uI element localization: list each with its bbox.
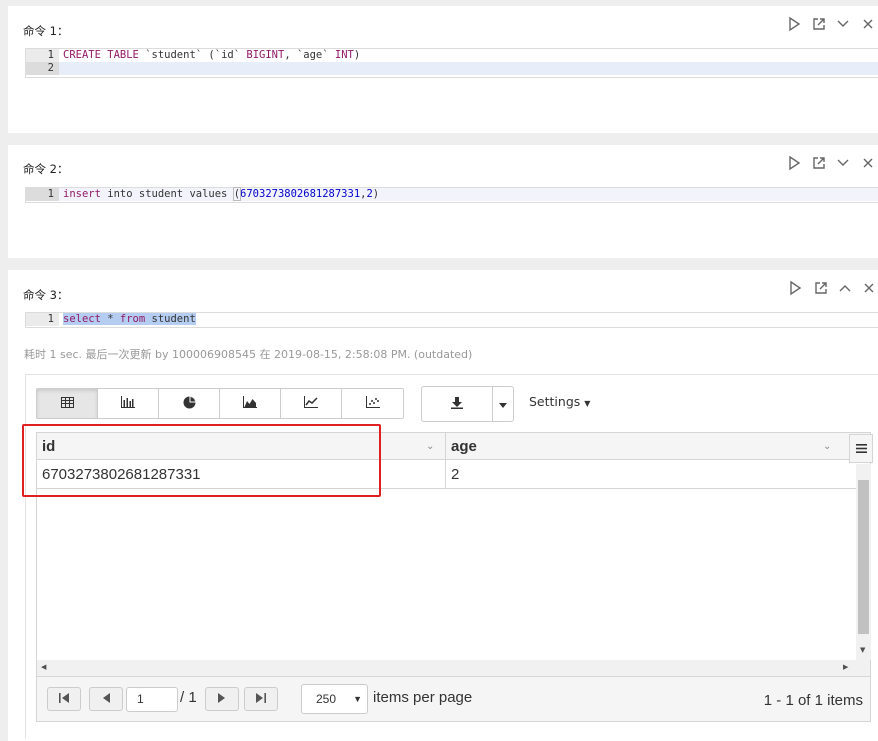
run-icon[interactable]: [786, 16, 802, 32]
caret-down-icon: [499, 397, 508, 411]
open-external-icon[interactable]: [811, 16, 827, 32]
table-cell-age: 2: [451, 466, 460, 483]
chevron-down-icon[interactable]: ⌄: [823, 442, 833, 452]
close-icon[interactable]: [860, 155, 876, 171]
column-menu-button[interactable]: [849, 434, 873, 463]
next-page-icon: [218, 692, 226, 706]
chevron-down-icon[interactable]: [835, 16, 851, 32]
caret-down-icon: ▼: [353, 694, 362, 704]
chevron-down-icon[interactable]: ⌄: [426, 442, 436, 452]
open-external-icon[interactable]: [811, 155, 827, 171]
download-button[interactable]: [422, 387, 494, 421]
paragraph-1: 命令 1： 1 CREATE TABLE `student` (`id` BIG…: [8, 6, 878, 133]
next-page-button[interactable]: [205, 687, 239, 711]
page-number-input[interactable]: 1: [126, 687, 178, 712]
download-options-button[interactable]: [493, 387, 513, 421]
code-editor[interactable]: 1 CREATE TABLE `student` (`id` BIGINT, `…: [25, 48, 878, 78]
line-number: 1: [26, 188, 59, 201]
scroll-left-icon[interactable]: ◀: [41, 663, 46, 671]
page-size-select[interactable]: 250 ▼: [301, 684, 368, 714]
execution-status: 耗时 1 sec. 最后一次更新 by 100006908545 在 2019-…: [24, 348, 473, 361]
run-icon[interactable]: [787, 280, 803, 296]
scatter-chart-button[interactable]: [342, 389, 403, 418]
paragraph-title: 命令 3：: [23, 288, 69, 302]
first-page-button[interactable]: [47, 687, 81, 711]
paragraph-title: 命令 1：: [23, 24, 69, 38]
table-icon: [60, 396, 74, 411]
download-dropdown: [421, 386, 514, 422]
caret-down-icon: ▼: [584, 399, 591, 408]
line-chart-button[interactable]: [281, 389, 342, 418]
open-external-icon[interactable]: [813, 280, 829, 296]
paragraph-title: 命令 2：: [23, 162, 69, 176]
code-editor[interactable]: 1 select * from student: [25, 312, 878, 328]
close-icon[interactable]: [861, 280, 877, 296]
scrollbar-thumb[interactable]: [858, 480, 869, 634]
first-page-icon: [58, 692, 70, 706]
settings-label: Settings: [529, 394, 581, 409]
previous-page-icon: [102, 692, 110, 706]
paragraph-3: 命令 3： 1 select * from student 耗时 1 sec. …: [8, 270, 878, 741]
last-page-icon: [255, 692, 267, 706]
visualization-switcher: [36, 388, 404, 419]
area-chart-icon: [243, 396, 257, 411]
scroll-right-icon[interactable]: ▶: [843, 663, 848, 671]
line-number: 2: [26, 62, 59, 75]
code-line: CREATE TABLE `student` (`id` BIGINT, `ag…: [63, 49, 361, 61]
bar-chart-icon: [121, 396, 135, 411]
vertical-scrollbar[interactable]: ▼: [856, 464, 871, 660]
line-number: 1: [26, 49, 59, 62]
line-number: 1: [26, 313, 59, 326]
previous-page-button[interactable]: [89, 687, 123, 711]
pie-chart-button[interactable]: [159, 389, 220, 418]
pagination-info: 1 - 1 of 1 items: [763, 692, 863, 709]
code-editor[interactable]: 1 insert into student values (6703273802…: [25, 187, 878, 203]
settings-dropdown[interactable]: Settings ▼: [529, 394, 590, 409]
bar-chart-button[interactable]: [98, 389, 159, 418]
horizontal-scrollbar[interactable]: ◀ ▶: [37, 660, 870, 676]
code-line: select * from student: [63, 313, 196, 325]
table-view-button[interactable]: [37, 389, 98, 418]
annotation-highlight-box: [22, 424, 381, 497]
items-per-page-label: items per page: [373, 689, 473, 706]
close-icon[interactable]: [860, 16, 876, 32]
scatter-chart-icon: [365, 396, 380, 411]
menu-icon: [855, 442, 867, 456]
pie-chart-icon: [183, 396, 196, 412]
column-header-age[interactable]: age: [446, 433, 846, 460]
area-chart-button[interactable]: [220, 389, 281, 418]
chevron-down-icon[interactable]: [835, 155, 851, 171]
line-chart-icon: [304, 396, 318, 411]
chevron-up-icon[interactable]: [837, 280, 853, 296]
paragraph-2: 命令 2： 1 insert into student values (6703…: [8, 145, 878, 258]
run-icon[interactable]: [786, 155, 802, 171]
code-line: insert into student values (670327380268…: [63, 187, 380, 201]
total-pages: / 1: [180, 689, 197, 706]
scroll-down-icon[interactable]: ▼: [860, 646, 865, 654]
download-icon: [451, 396, 464, 412]
last-page-button[interactable]: [244, 687, 278, 711]
pagination-bar: 1 / 1 250 ▼ items per page 1 - 1 of 1 it…: [37, 676, 870, 721]
